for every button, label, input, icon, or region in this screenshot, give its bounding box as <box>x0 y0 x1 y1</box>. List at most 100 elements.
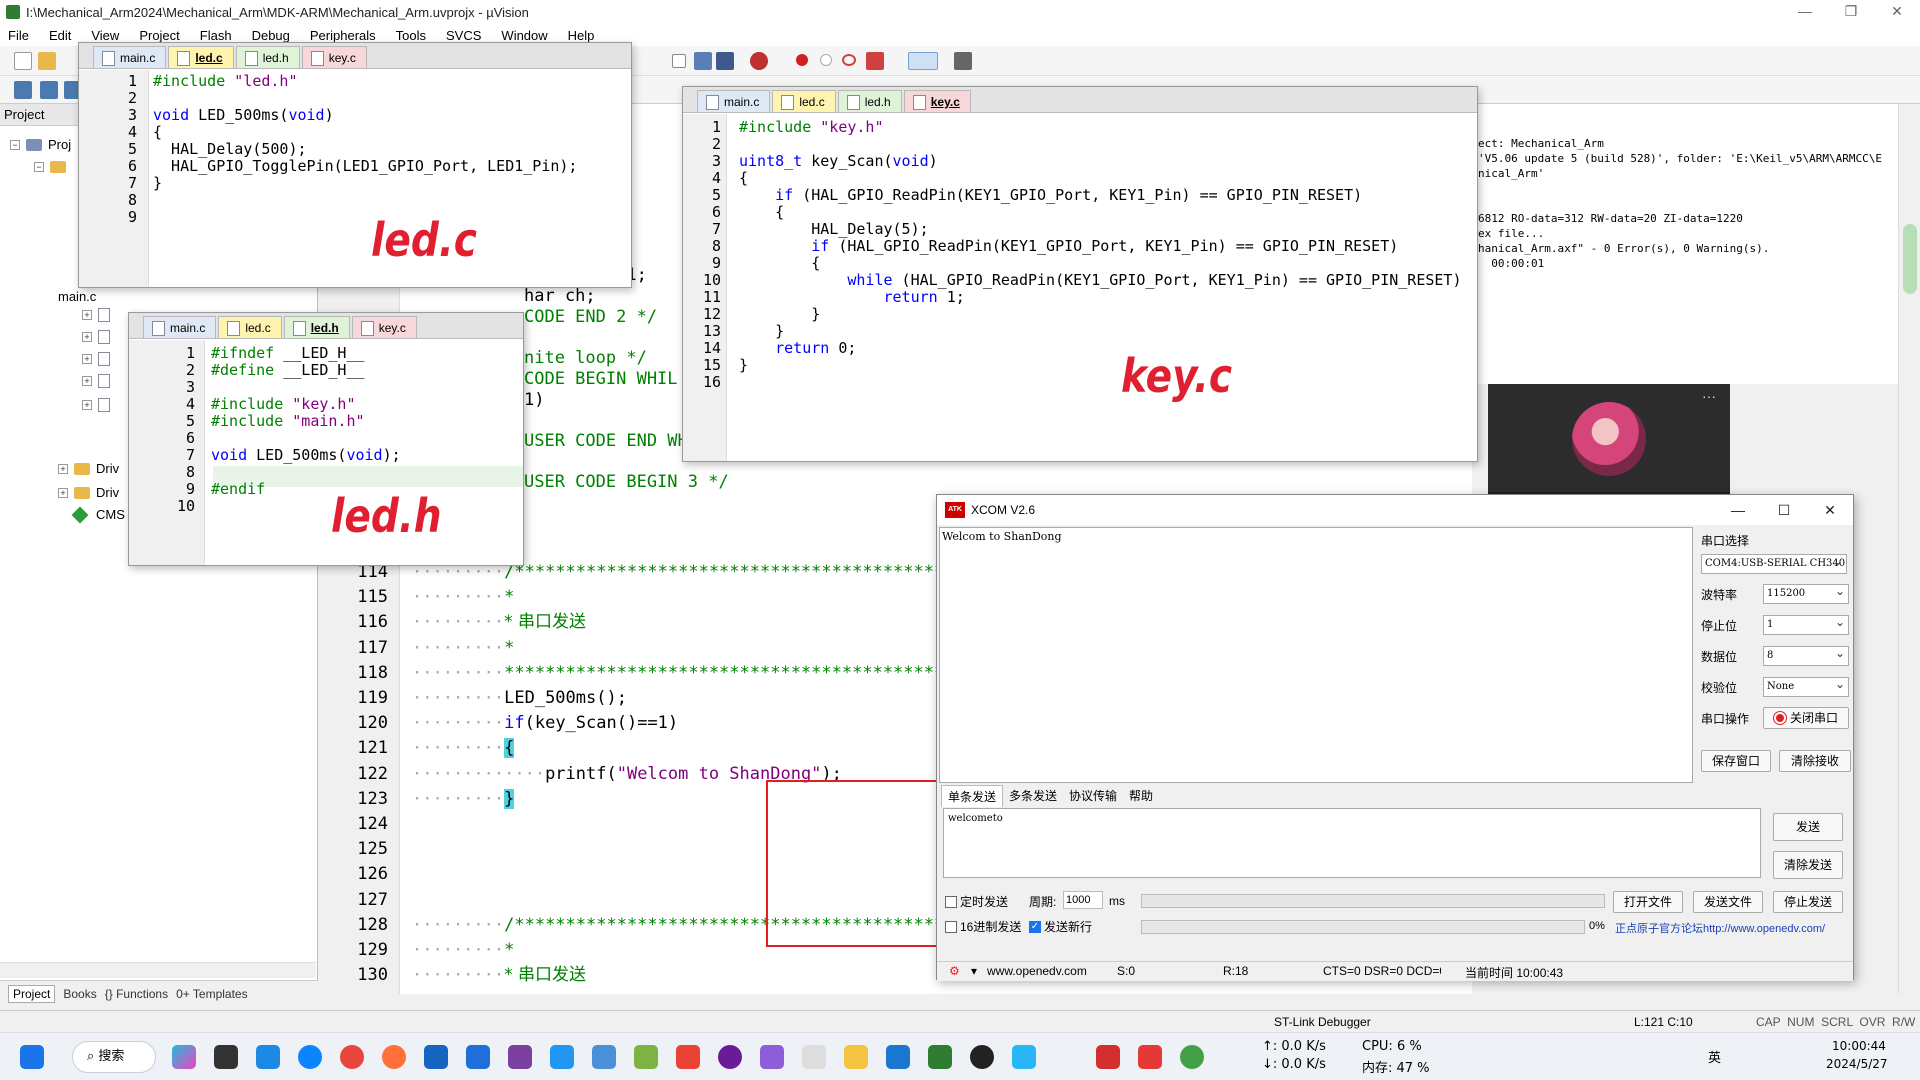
folder-icon[interactable] <box>844 1045 868 1069</box>
insert-breakpoint-icon[interactable] <box>796 54 808 66</box>
chrome-icon[interactable] <box>340 1045 364 1069</box>
ime-indicator[interactable]: 英 <box>1708 1047 1721 1066</box>
tab-led-c[interactable]: led.c <box>218 316 282 338</box>
tree-file-row[interactable]: + <box>82 304 118 326</box>
tab-protocol[interactable]: 协议传输 <box>1063 785 1123 807</box>
edge-icon[interactable] <box>298 1045 322 1069</box>
onenote-icon[interactable] <box>508 1045 532 1069</box>
open-file-button[interactable]: 打开文件 <box>1613 891 1683 913</box>
save-window-button[interactable]: 保存窗口 <box>1701 750 1771 772</box>
configure-icon[interactable] <box>954 52 972 70</box>
github-icon[interactable] <box>718 1045 742 1069</box>
xcom-maximize-button[interactable]: ☐ <box>1761 495 1807 525</box>
disable-breakpoints-icon[interactable] <box>842 54 856 66</box>
tree-file-row[interactable]: + <box>82 394 118 416</box>
vscode-icon[interactable] <box>256 1045 280 1069</box>
maximize-button[interactable]: ❐ <box>1828 0 1874 24</box>
stop-bits-select[interactable]: 1 <box>1763 613 1849 635</box>
data-bits-select[interactable]: 8 <box>1763 644 1849 666</box>
start-icon[interactable] <box>20 1045 44 1069</box>
newline-checkbox[interactable]: ✓ 发送新行 <box>1029 918 1092 935</box>
open-folder-icon[interactable] <box>38 52 56 70</box>
keil-icon[interactable] <box>928 1045 952 1069</box>
hex-send-checkbox[interactable]: 16进制发送 <box>945 918 1021 935</box>
tab-led-h[interactable]: led.h <box>283 316 350 338</box>
xcom-close-button[interactable]: ✕ <box>1807 495 1853 525</box>
tab-main-c[interactable]: main.c <box>93 46 167 68</box>
menu-svcs[interactable]: SVCS <box>446 28 481 43</box>
tree-file-row[interactable]: + <box>82 370 118 392</box>
app-icon[interactable] <box>760 1045 784 1069</box>
menu-help[interactable]: Help <box>568 28 595 43</box>
port-select[interactable]: COM4:USB-SERIAL CH340 <box>1701 552 1847 574</box>
ledc-editor-window[interactable]: main.c led.c led.h key.c 1 #include "led.… <box>78 42 632 288</box>
send-file-button[interactable]: 发送文件 <box>1693 891 1763 913</box>
app-icon[interactable] <box>1138 1045 1162 1069</box>
keyc-editor-window[interactable]: main.c led.c led.h key.c 1 #include "key.… <box>682 86 1478 462</box>
translate-icon[interactable] <box>14 81 32 99</box>
minimize-button[interactable]: — <box>1782 0 1828 24</box>
close-port-button[interactable]: 关闭串口 <box>1763 707 1849 729</box>
menu-view[interactable]: View <box>91 28 119 43</box>
ledh-editor-window[interactable]: main.c led.c led.h key.c 1 #ifndef __LED_… <box>128 312 524 566</box>
menu-flash[interactable]: Flash <box>200 28 232 43</box>
project-hscrollbar[interactable] <box>0 962 316 978</box>
cmsis-node[interactable]: CMS <box>71 504 125 526</box>
tab-functions[interactable]: {} Functions <box>105 987 168 1001</box>
target-node[interactable]: − <box>34 156 72 178</box>
tab-books[interactable]: Books <box>63 987 96 1001</box>
send-button[interactable]: 发送 <box>1773 813 1843 841</box>
tab-main-c[interactable]: main.c <box>697 90 771 112</box>
photos-icon[interactable] <box>886 1045 910 1069</box>
baud-select[interactable]: 115200 <box>1763 582 1849 604</box>
tab-help[interactable]: 帮助 <box>1123 785 1159 807</box>
send-input[interactable]: welcometo <box>943 808 1761 878</box>
tab-led-c[interactable]: led.c <box>168 46 234 68</box>
firefox-icon[interactable] <box>382 1045 406 1069</box>
build-icon[interactable] <box>40 81 58 99</box>
todo-icon[interactable] <box>550 1045 574 1069</box>
enable-breakpoint-icon[interactable] <box>820 54 832 66</box>
taskbar-search[interactable]: ⌕ 搜索 <box>72 1041 156 1073</box>
tab-led-c[interactable]: led.c <box>772 90 836 112</box>
stop-send-button[interactable]: 停止发送 <box>1773 891 1843 913</box>
app-icon[interactable] <box>592 1045 616 1069</box>
tab-key-c[interactable]: key.c <box>351 316 417 338</box>
tab-main-c[interactable]: main.c <box>143 316 217 338</box>
menu-window[interactable]: Window <box>501 28 547 43</box>
xcom-taskbar-icon[interactable] <box>1096 1045 1120 1069</box>
clear-send-button[interactable]: 清除发送 <box>1773 851 1843 879</box>
clear-receive-button[interactable]: 清除接收 <box>1779 750 1851 772</box>
menu-edit[interactable]: Edit <box>49 28 71 43</box>
qq-icon[interactable] <box>970 1045 994 1069</box>
period-input[interactable]: 1000 <box>1063 891 1103 909</box>
tab-led-h[interactable]: led.h <box>837 90 902 112</box>
gmail-icon[interactable] <box>676 1045 700 1069</box>
parity-select[interactable]: None <box>1763 675 1849 697</box>
menu-peripherals[interactable]: Peripherals <box>310 28 376 43</box>
font-icon[interactable] <box>802 1045 826 1069</box>
window-layout-icon[interactable] <box>908 52 938 70</box>
dropdown-icon[interactable]: ▾ <box>971 964 977 978</box>
status-url[interactable]: www.openedv.com <box>987 964 1087 978</box>
store-icon[interactable] <box>424 1045 448 1069</box>
tab-key-c[interactable]: key.c <box>301 46 367 68</box>
more-icon[interactable]: ··· <box>1702 388 1716 404</box>
tab-led-h[interactable]: led.h <box>235 46 300 68</box>
collapse-icon[interactable]: − <box>10 140 20 150</box>
clock-time[interactable]: 10:00:44 <box>1832 1039 1886 1053</box>
terminal-icon[interactable] <box>214 1045 238 1069</box>
new-file-icon[interactable] <box>14 52 32 70</box>
menu-project[interactable]: Project <box>139 28 179 43</box>
dropbox-icon[interactable] <box>466 1045 490 1069</box>
tab-key-c[interactable]: key.c <box>903 90 971 112</box>
tab-templates[interactable]: 0+ Templates <box>176 987 248 1001</box>
project-root[interactable]: − Proj <box>10 134 71 156</box>
xcom-minimize-button[interactable]: — <box>1715 495 1761 525</box>
dropdown-icon[interactable] <box>672 54 686 68</box>
tab-single-send[interactable]: 单条发送 <box>941 785 1004 807</box>
menu-tools[interactable]: Tools <box>396 28 426 43</box>
tree-file-row[interactable]: + <box>82 326 118 348</box>
right-scrollbar[interactable] <box>1898 104 1920 994</box>
find-in-files-icon[interactable] <box>694 52 712 70</box>
